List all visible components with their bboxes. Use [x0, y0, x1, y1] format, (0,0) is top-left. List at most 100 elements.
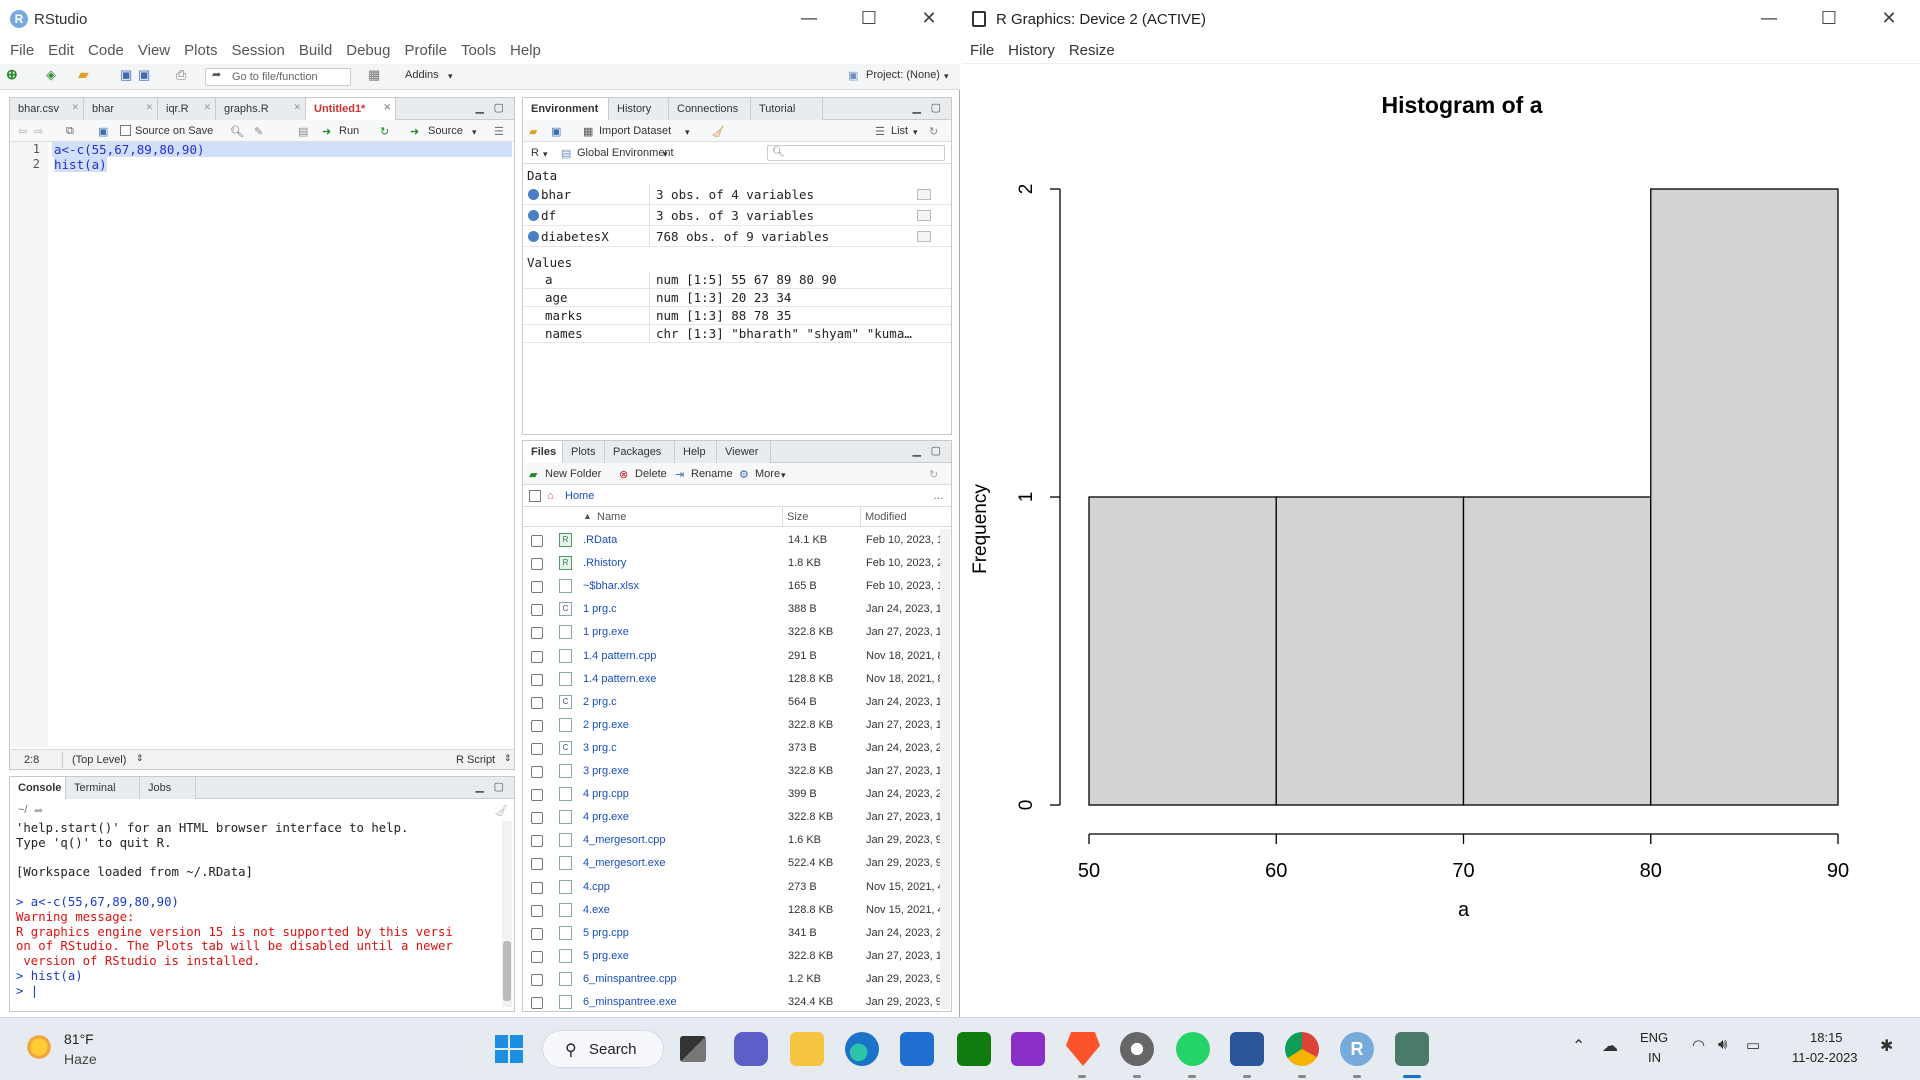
load-workspace-icon[interactable]: ▰: [529, 125, 537, 138]
compile-report-icon[interactable]: ▤: [298, 125, 308, 138]
outline-icon[interactable]: ☰: [494, 125, 504, 138]
file-checkbox[interactable]: [531, 904, 543, 917]
rstudio-taskbar-icon[interactable]: R: [1340, 1032, 1374, 1066]
photos-icon[interactable]: [1011, 1032, 1045, 1066]
file-row[interactable]: R .RData 14.1 KB Feb 10, 2023, 1: [523, 529, 951, 552]
file-row[interactable]: 5 prg.exe 322.8 KB Jan 27, 2023, 11: [523, 945, 951, 968]
file-name[interactable]: 6_minspantree.cpp: [583, 973, 677, 985]
start-icon[interactable]: [492, 1032, 526, 1066]
refresh-files-icon[interactable]: ↻: [929, 468, 938, 481]
wifi-icon[interactable]: ◠: [1692, 1036, 1705, 1054]
code-line[interactable]: hist(a): [54, 157, 514, 172]
console-scrollbar[interactable]: [502, 821, 512, 1007]
file-checkbox[interactable]: [531, 973, 543, 986]
code-area[interactable]: a<-c(55,67,89,80,90) hist(a): [52, 142, 514, 172]
files-more-icon[interactable]: …: [933, 490, 944, 502]
env-data-row[interactable]: diabetesX 768 obs. of 9 variables: [523, 226, 951, 247]
save-all-icon[interactable]: ▣: [138, 67, 150, 83]
file-checkbox[interactable]: [531, 673, 543, 686]
file-row[interactable]: 1.4 pattern.exe 128.8 KB Nov 18, 2021, 8: [523, 668, 951, 691]
expand-circle-icon[interactable]: [528, 231, 539, 242]
file-name[interactable]: 2 prg.exe: [583, 719, 629, 731]
tab-terminal[interactable]: Terminal: [66, 777, 140, 799]
env-value-row[interactable]: age num [1:3] 20 23 34: [523, 289, 951, 307]
tab-close-icon[interactable]: ✕: [71, 102, 79, 113]
file-name[interactable]: 2 prg.c: [583, 696, 617, 708]
pane-maximize-icon[interactable]: ▢: [931, 101, 941, 114]
file-row[interactable]: C 3 prg.c 373 B Jan 24, 2023, 2:: [523, 737, 951, 760]
tab-graphs-r[interactable]: graphs.R ✕: [216, 98, 306, 120]
clear-console-icon[interactable]: 🧹︎: [494, 804, 508, 817]
file-row[interactable]: 4_mergesort.cpp 1.6 KB Jan 29, 2023, 9:: [523, 829, 951, 852]
rename-button[interactable]: Rename: [691, 468, 733, 480]
file-row[interactable]: 6_minspantree.cpp 1.2 KB Jan 29, 2023, 9:: [523, 968, 951, 991]
new-project-icon[interactable]: ◈: [46, 67, 56, 83]
code-line[interactable]: a<-c(55,67,89,80,90): [52, 142, 512, 157]
file-name[interactable]: 1 prg.c: [583, 603, 617, 615]
file-checkbox[interactable]: [531, 696, 543, 709]
menu-edit[interactable]: Edit: [38, 38, 74, 59]
tab-jobs[interactable]: Jobs: [140, 777, 196, 799]
file-checkbox[interactable]: [531, 812, 543, 825]
scope-selector[interactable]: (Top Level): [72, 754, 126, 766]
settings-icon[interactable]: [1120, 1032, 1154, 1066]
graphics-menu-file[interactable]: File: [962, 38, 994, 59]
env-value-row[interactable]: a num [1:5] 55 67 89 80 90: [523, 271, 951, 289]
clock-date[interactable]: 11-02-2023: [1792, 1050, 1858, 1065]
file-row[interactable]: 4 prg.exe 322.8 KB Jan 27, 2023, 11: [523, 806, 951, 829]
delete-button[interactable]: Delete: [635, 468, 667, 480]
file-name[interactable]: ~$bhar.xlsx: [583, 580, 639, 592]
file-row[interactable]: 4.cpp 273 B Nov 15, 2021, 4: [523, 876, 951, 899]
expand-circle-icon[interactable]: [528, 189, 539, 200]
source-button[interactable]: Source: [428, 125, 463, 137]
addins-button[interactable]: Addins: [405, 69, 439, 81]
minimize-button[interactable]: —: [786, 6, 832, 32]
tab-environment[interactable]: Environment: [523, 98, 609, 121]
pane-minimize-icon[interactable]: ▁: [476, 101, 484, 114]
file-row[interactable]: ~$bhar.xlsx 165 B Feb 10, 2023, 1: [523, 575, 951, 598]
teams-chat-icon[interactable]: [734, 1032, 768, 1066]
file-checkbox[interactable]: [531, 650, 543, 663]
file-checkbox[interactable]: [531, 627, 543, 640]
file-checkbox[interactable]: [531, 789, 543, 802]
onedrive-icon[interactable]: ☁: [1602, 1036, 1618, 1056]
expand-circle-icon[interactable]: [528, 210, 539, 221]
tab-plots[interactable]: Plots: [563, 441, 605, 463]
file-name[interactable]: 1 prg.exe: [583, 626, 629, 638]
tab-tutorial[interactable]: Tutorial: [751, 98, 823, 120]
tab-packages[interactable]: Packages: [605, 441, 675, 463]
pane-maximize-icon[interactable]: ▢: [494, 780, 504, 793]
brave-browser-icon[interactable]: [1066, 1032, 1100, 1066]
file-name[interactable]: 4_mergesort.exe: [583, 857, 666, 869]
file-name[interactable]: 1.4 pattern.exe: [583, 673, 656, 685]
file-name[interactable]: 3 prg.exe: [583, 765, 629, 777]
file-checkbox[interactable]: [531, 719, 543, 732]
notifications-icon[interactable]: ✱: [1880, 1036, 1893, 1056]
console-goto-icon[interactable]: ➦: [34, 804, 43, 817]
whatsapp-icon[interactable]: [1176, 1032, 1210, 1066]
scope-dropdown[interactable]: Global Environment: [577, 147, 674, 159]
file-row[interactable]: 3 prg.exe 322.8 KB Jan 27, 2023, 11: [523, 760, 951, 783]
rerun-icon[interactable]: ↻: [380, 125, 389, 138]
menu-build[interactable]: Build: [289, 38, 332, 59]
file-checkbox[interactable]: [531, 881, 543, 894]
file-name[interactable]: .RData: [583, 534, 617, 546]
language-selector[interactable]: R: [531, 147, 539, 159]
list-view-button[interactable]: List: [891, 125, 908, 137]
microsoft-store-icon[interactable]: [900, 1032, 934, 1066]
xbox-icon[interactable]: [957, 1032, 991, 1066]
print-icon[interactable]: ⎙: [176, 67, 186, 83]
env-data-row[interactable]: df 3 obs. of 3 variables: [523, 205, 951, 226]
env-value-row[interactable]: names chr [1:3] "bharath" "shyam" "kuma…: [523, 325, 951, 343]
tab-close-icon[interactable]: ✕: [383, 102, 391, 113]
file-name[interactable]: 6_minspantree.exe: [583, 996, 677, 1008]
file-row[interactable]: 1.4 pattern.cpp 291 B Nov 18, 2021, 8: [523, 645, 951, 668]
select-all-checkbox[interactable]: [529, 490, 541, 502]
close-button[interactable]: ✕: [906, 6, 952, 32]
weather-temp[interactable]: 81°F: [64, 1031, 94, 1047]
tab-close-icon[interactable]: ✕: [145, 102, 153, 113]
file-type-selector[interactable]: R Script: [456, 754, 495, 766]
tab-files[interactable]: Files: [523, 441, 563, 464]
graphics-close-button[interactable]: ✕: [1866, 6, 1912, 32]
tab-bhar[interactable]: bhar ✕: [84, 98, 158, 120]
